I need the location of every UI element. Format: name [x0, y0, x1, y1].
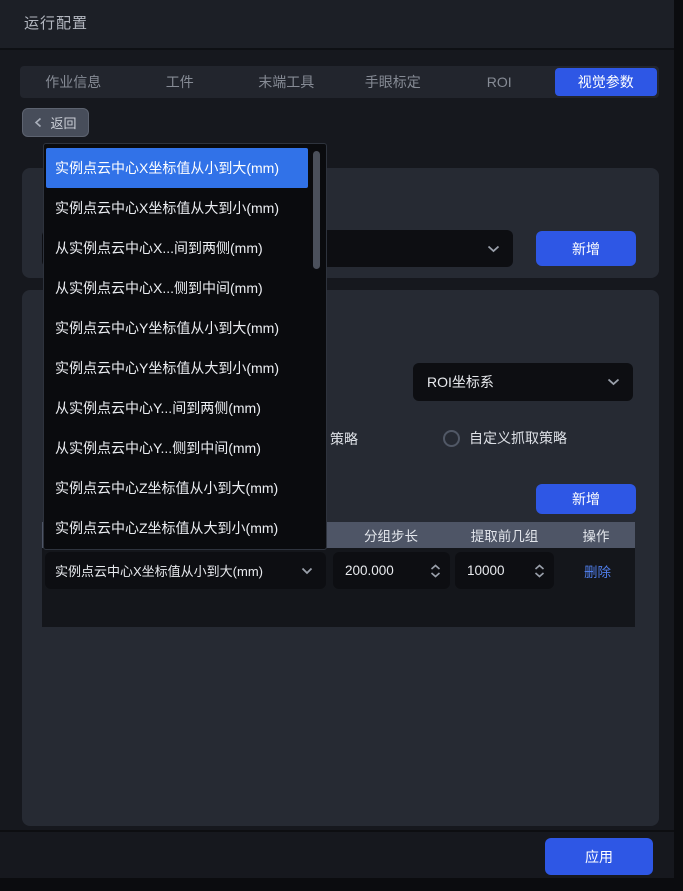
apply-button[interactable]: 应用 — [545, 838, 653, 875]
custom-strategy-radio[interactable]: 自定义抓取策略 — [443, 428, 567, 448]
window-body: 运行配置 作业信息工件末端工具手眼标定ROI视觉参数 返回 新增 ROI坐标系 — [0, 0, 674, 878]
header-group-step: 分组步长 — [330, 522, 452, 548]
back-button[interactable]: 返回 — [22, 108, 89, 137]
sort-option[interactable]: 实例点云中心X坐标值从大到小(mm) — [46, 188, 306, 228]
chevron-down-icon — [487, 245, 500, 253]
row-sort-rule-select[interactable]: 实例点云中心X坐标值从小到大(mm) — [45, 552, 326, 589]
custom-strategy-label: 自定义抓取策略 — [469, 428, 567, 448]
tab-0[interactable]: 作业信息 — [22, 68, 125, 96]
group-step-input[interactable]: 200.000 — [333, 552, 450, 589]
coordinate-system-value: ROI坐标系 — [427, 372, 494, 392]
sort-options-list: 实例点云中心X坐标值从小到大(mm)实例点云中心X坐标值从大到小(mm)从实例点… — [43, 143, 327, 550]
delete-row-link[interactable]: 删除 — [560, 552, 635, 589]
group-step-value: 200.000 — [345, 563, 394, 578]
tab-4[interactable]: ROI — [448, 68, 551, 96]
sort-option[interactable]: 从实例点云中心Y...侧到中间(mm) — [46, 428, 306, 468]
sort-option[interactable]: 从实例点云中心Y...间到两侧(mm) — [46, 388, 306, 428]
sort-option[interactable]: 实例点云中心Z坐标值从大到小(mm) — [46, 508, 306, 548]
row-sort-rule-value: 实例点云中心X坐标值从小到大(mm) — [55, 561, 263, 580]
add-sort-template-button[interactable]: 新增 — [536, 231, 636, 266]
header-actions: 操作 — [557, 522, 635, 548]
chevron-left-icon — [34, 117, 43, 128]
tab-bar: 作业信息工件末端工具手眼标定ROI视觉参数 — [20, 66, 659, 98]
coordinate-system-select[interactable]: ROI坐标系 — [413, 363, 633, 401]
sort-option[interactable]: 实例点云中心X坐标值从小到大(mm) — [46, 148, 308, 188]
header-top-groups: 提取前几组 — [452, 522, 557, 548]
sort-option[interactable]: 从实例点云中心X...间到两侧(mm) — [46, 228, 306, 268]
tab-5[interactable]: 视觉参数 — [555, 68, 658, 96]
stepper-arrows-icon[interactable] — [534, 564, 545, 578]
sort-option[interactable]: 实例点云中心Y坐标值从大到小(mm) — [46, 348, 306, 388]
stepper-arrows-icon[interactable] — [430, 564, 441, 578]
page-title: 运行配置 — [24, 0, 88, 48]
add-sort-rule-button[interactable]: 新增 — [536, 484, 636, 514]
top-groups-value: 10000 — [467, 563, 505, 578]
tab-1[interactable]: 工件 — [129, 68, 232, 96]
run-config-window: 运行配置 作业信息工件末端工具手眼标定ROI视觉参数 返回 新增 ROI坐标系 — [0, 0, 683, 891]
title-bar: 运行配置 — [0, 0, 674, 50]
footer-divider — [0, 830, 674, 832]
default-strategy-label-partial: 策略 — [330, 429, 358, 449]
back-button-label: 返回 — [50, 113, 76, 132]
sort-option[interactable]: 从实例点云中心X...侧到中间(mm) — [46, 268, 306, 308]
chevron-down-icon — [607, 378, 620, 386]
sort-option[interactable]: 实例点云中心Z坐标值从小到大(mm) — [46, 468, 306, 508]
list-scrollbar-thumb[interactable] — [313, 151, 320, 269]
tab-2[interactable]: 末端工具 — [235, 68, 338, 96]
chevron-down-icon — [301, 567, 313, 575]
tab-3[interactable]: 手眼标定 — [342, 68, 445, 96]
radio-circle-icon — [443, 430, 460, 447]
sort-option[interactable]: 实例点云中心Y坐标值从小到大(mm) — [46, 308, 306, 348]
top-groups-input[interactable]: 10000 — [455, 552, 554, 589]
